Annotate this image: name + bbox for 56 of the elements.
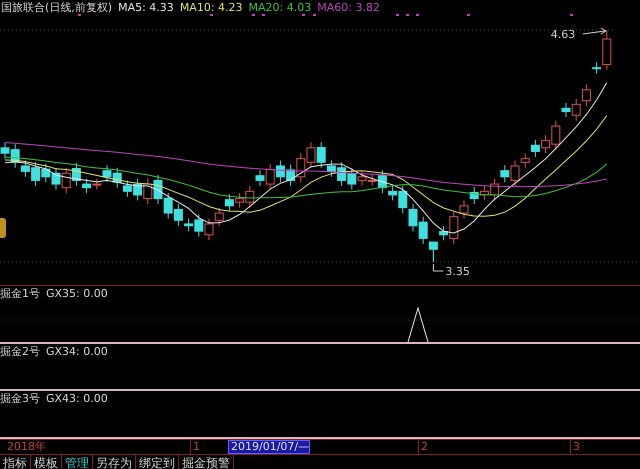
candlestick — [164, 192, 173, 219]
indicator-reading: GX43: 0.00 — [46, 392, 108, 404]
candlestick — [276, 160, 285, 183]
indicator-name: 掘金3号 — [0, 390, 40, 406]
leader-line — [582, 28, 607, 34]
candlestick — [408, 204, 418, 232]
candlestick — [418, 216, 428, 244]
moving-average-value: MA10: 4.23 — [180, 0, 243, 14]
candlestick — [0, 142, 10, 160]
indicator-name: 掘金1号 — [0, 286, 40, 300]
candlestick — [306, 142, 316, 168]
chart-title: 国旅联合(日线,前复权) — [1, 0, 112, 14]
candlestick — [112, 167, 122, 188]
axis-label: 2018年 — [6, 440, 46, 454]
candlestick — [224, 194, 234, 212]
moving-average-value: MA60: 3.82 — [317, 0, 380, 14]
toolbar-tab[interactable]: 绑定到 — [136, 455, 179, 469]
candlestick — [296, 152, 306, 183]
candlestick — [347, 168, 356, 190]
indicator-reading: GX35: 0.00 — [46, 286, 108, 300]
candlestick — [530, 139, 540, 158]
candlestick — [133, 178, 142, 201]
signal-spike-line — [408, 306, 428, 342]
candlestick — [154, 174, 162, 204]
axis-label: 1 — [190, 440, 200, 454]
toolbar-tab[interactable]: 模板 — [31, 455, 62, 469]
leader-line — [432, 264, 444, 272]
toolbar-tab[interactable]: 管理 — [62, 455, 93, 469]
candlestick — [62, 167, 71, 194]
candlestick — [358, 170, 366, 186]
candlestick — [31, 162, 40, 186]
candlestick — [286, 164, 296, 186]
axis-label: 3 — [570, 440, 580, 454]
axis-label: 2 — [418, 440, 428, 454]
candlestick — [20, 160, 30, 178]
date-cursor-label: 2019/01/07/— — [228, 440, 310, 454]
indicator-reading: GX34: 0.00 — [46, 344, 108, 358]
toolbar-tab[interactable]: 指标 — [0, 455, 31, 469]
panel-handle[interactable] — [0, 218, 6, 238]
indicator-name: 掘金2号 — [0, 344, 40, 358]
candlestick — [214, 207, 224, 226]
candlestick — [337, 162, 346, 186]
candlestick — [122, 180, 132, 198]
candlestick — [204, 218, 214, 241]
candlestick — [52, 167, 60, 190]
candlestick — [143, 178, 152, 204]
candlestick — [582, 84, 591, 107]
moving-average-value: MA5: 4.33 — [118, 0, 174, 14]
candlestick — [428, 242, 438, 262]
low-price-label: 3.35 — [445, 265, 470, 278]
moving-average-value: MA20: 4.03 — [248, 0, 312, 14]
high-price-label: 4.63 — [550, 28, 576, 41]
toolbar-tab[interactable]: 掘金预警 — [179, 455, 234, 469]
candlestick — [470, 186, 479, 204]
candlestick — [41, 163, 50, 183]
candlestick — [10, 144, 20, 168]
